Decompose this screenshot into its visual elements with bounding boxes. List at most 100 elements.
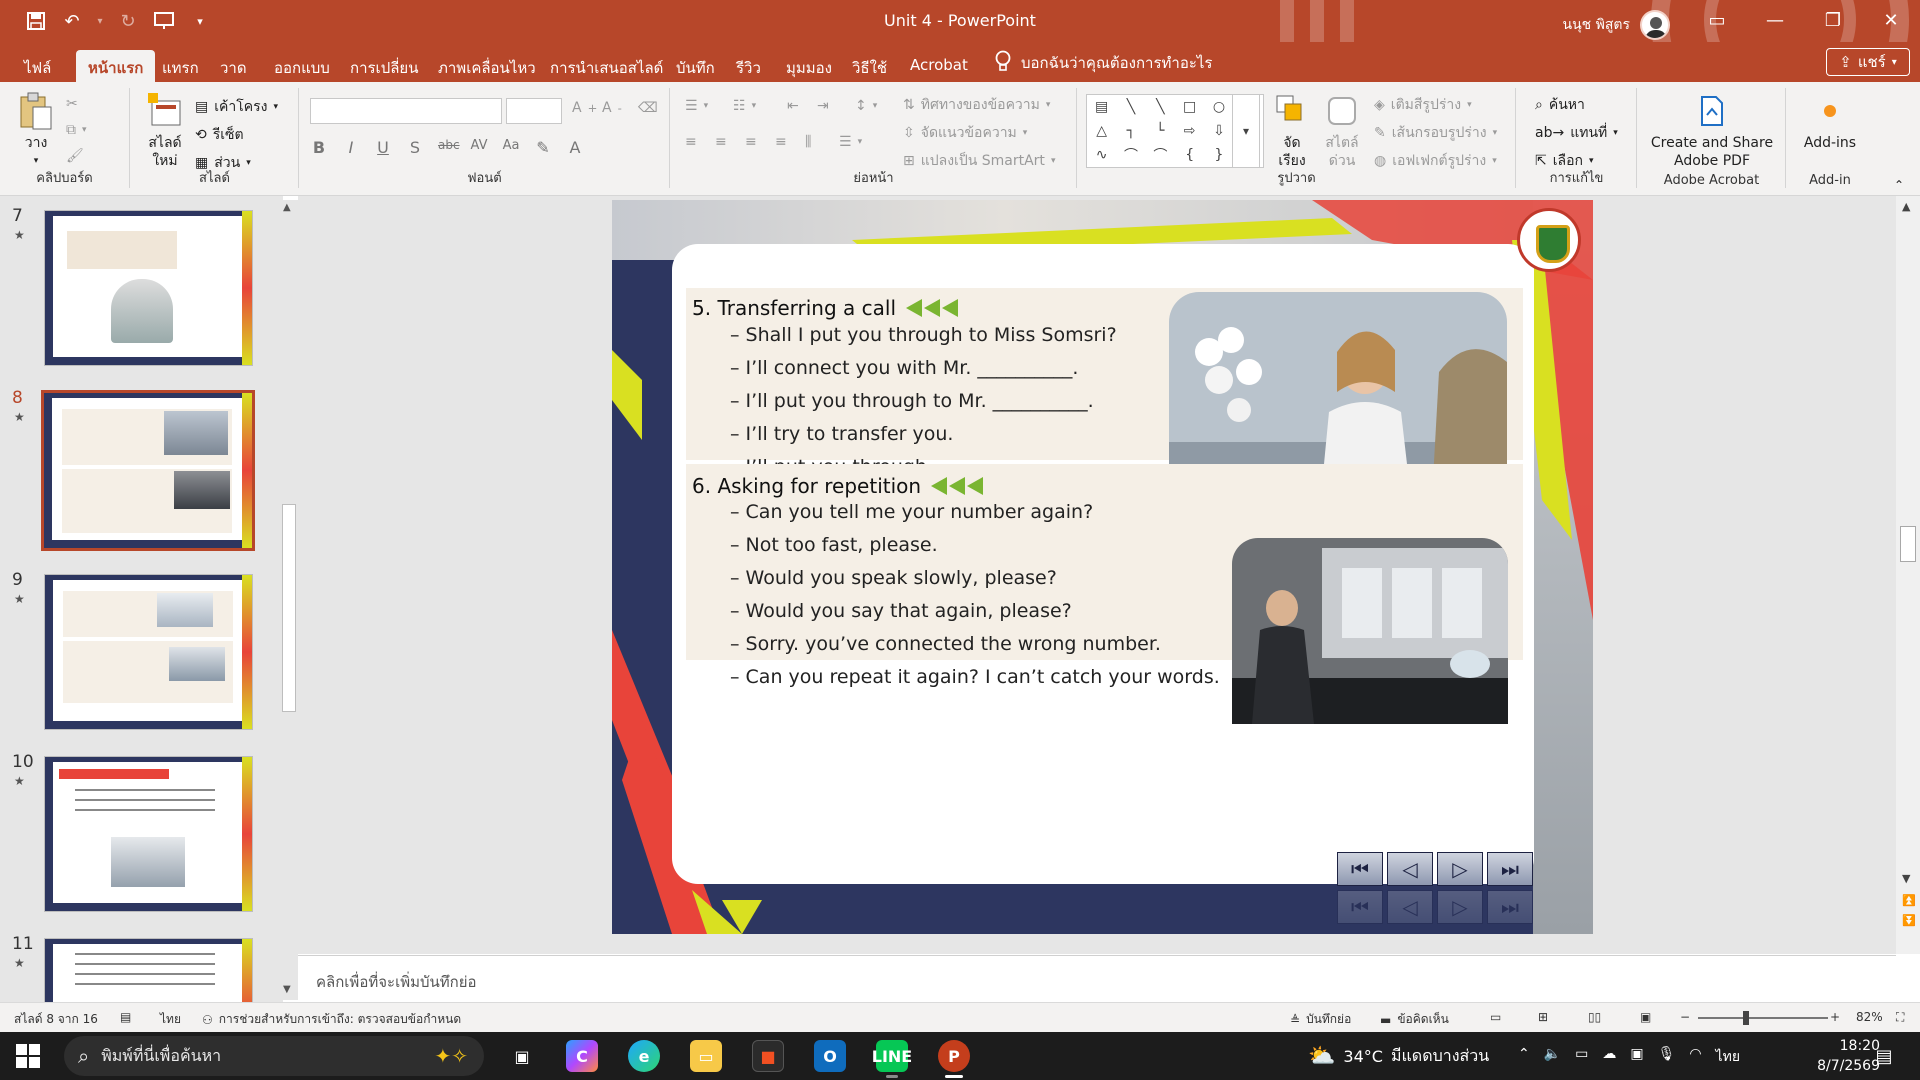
align-left-icon[interactable]: ≡ xyxy=(685,134,697,150)
tell-me-box[interactable]: บอกฉันว่าคุณต้องการทำอะไร xyxy=(995,50,1213,76)
last-slide-icon[interactable]: ⏭ xyxy=(1487,852,1533,886)
zoom-slider[interactable] xyxy=(1698,1017,1828,1019)
editor-scrollbar[interactable]: ▲ ▼ ⏫ ⏬ xyxy=(1896,196,1920,954)
tab-record[interactable]: บันทึก xyxy=(664,50,727,82)
align-dropdown-icon[interactable]: ☰ ▾ xyxy=(839,134,862,150)
scroll-down-icon[interactable]: ▼ xyxy=(283,984,291,995)
weather-widget[interactable]: ⛅ 34°C มีแดดบางส่วน xyxy=(1308,1044,1489,1069)
scroll-up-icon[interactable]: ▲ xyxy=(1902,200,1910,213)
avatar[interactable] xyxy=(1640,10,1670,40)
clear-formatting-icon[interactable]: ⌫ xyxy=(638,100,658,116)
fit-slide-icon[interactable]: ⛶ xyxy=(1896,1010,1904,1025)
arrow-down-icon[interactable]: ⇩ xyxy=(1204,123,1233,139)
restore-button[interactable]: ❐ xyxy=(1804,0,1862,40)
numbering-icon[interactable]: ☷ ▾ xyxy=(733,98,756,114)
addins-button[interactable]: Add-ins xyxy=(1793,92,1867,152)
decrease-indent-icon[interactable]: ⇤ xyxy=(787,98,799,114)
accessibility-checker[interactable]: ⚇ การช่วยสำหรับการเข้าถึง: ตรวจสอบข้อกำห… xyxy=(202,1010,461,1029)
scrollbar-thumb[interactable] xyxy=(282,504,296,712)
tab-insert[interactable]: แทรก xyxy=(150,50,211,82)
slide-thumbnail-11[interactable] xyxy=(44,938,253,1002)
replace-button[interactable]: ab→ แทนที่ ▾ xyxy=(1535,122,1618,144)
strikethrough-icon[interactable]: abc xyxy=(438,138,460,157)
connector-icon[interactable]: ┐ xyxy=(1116,123,1145,139)
slide-thumbnail-9[interactable] xyxy=(44,574,253,730)
oval-icon[interactable]: ○ xyxy=(1204,99,1233,115)
line-app-icon[interactable]: LINE xyxy=(872,1040,912,1078)
scrollbar-thumb[interactable] xyxy=(1900,526,1916,562)
reset-button[interactable]: ⟲ รีเซ็ต xyxy=(195,124,244,146)
onedrive-icon[interactable]: ☁ xyxy=(1602,1046,1616,1068)
align-center-icon[interactable]: ≡ xyxy=(715,134,727,150)
increase-indent-icon[interactable]: ⇥ xyxy=(817,98,829,114)
tab-draw[interactable]: วาด xyxy=(208,50,259,82)
zoom-out-icon[interactable]: − xyxy=(1680,1010,1690,1024)
minimize-button[interactable]: — xyxy=(1746,0,1804,40)
comments-toggle[interactable]: ▬ ข้อคิดเห็น xyxy=(1380,1010,1449,1029)
windows-start-icon[interactable] xyxy=(16,1044,40,1068)
arrow-right-icon[interactable]: ⇨ xyxy=(1175,123,1204,139)
text-direction-button[interactable]: ⇅ ทิศทางของข้อความ ▾ xyxy=(903,94,1050,116)
spellcheck-icon[interactable]: ▤ xyxy=(120,1010,131,1024)
scroll-down-icon[interactable]: ▼ xyxy=(1902,872,1910,885)
tab-transitions[interactable]: การเปลี่ยน xyxy=(338,50,430,82)
character-spacing-icon[interactable]: AV xyxy=(470,138,488,157)
slideshow-view-icon[interactable]: ▣ xyxy=(1640,1010,1651,1024)
decrease-font-icon[interactable]: A- xyxy=(602,100,622,116)
create-pdf-button[interactable]: Create and Share Adobe PDF xyxy=(1646,92,1778,170)
collapse-ribbon-icon[interactable]: ⌃ xyxy=(1894,178,1904,192)
font-name-box[interactable] xyxy=(310,98,502,124)
ribbon-display-options-icon[interactable]: ▭ xyxy=(1688,0,1746,40)
tab-home[interactable]: หน้าแรก xyxy=(76,50,156,82)
account-area[interactable]: นนุช พิสูตร xyxy=(1563,10,1670,40)
notes-pane[interactable]: คลิกเพื่อที่จะเพิ่มบันทึกย่อ xyxy=(298,955,1896,1002)
powerpoint-icon[interactable]: P xyxy=(938,1040,970,1078)
tab-view[interactable]: มุมมอง xyxy=(774,50,844,82)
copilot-icon[interactable]: C xyxy=(566,1040,598,1072)
triangle-icon[interactable]: △ xyxy=(1087,123,1116,139)
copy-icon[interactable]: ⧉ ▾ xyxy=(66,122,87,138)
font-size-box[interactable] xyxy=(506,98,562,124)
shape-fill-button[interactable]: ◈ เติมสีรูปร่าง ▾ xyxy=(1374,94,1472,116)
scroll-up-icon[interactable]: ▲ xyxy=(283,202,291,213)
next-slide-icon[interactable]: ▷ xyxy=(1437,852,1483,886)
new-slide-button[interactable]: สไลด์ใหม่ xyxy=(143,92,187,170)
justify-icon[interactable]: ≡ xyxy=(775,134,787,150)
paste-button[interactable]: วาง ▾ xyxy=(14,92,58,170)
highlight-icon[interactable]: ✎ xyxy=(534,138,552,157)
meet-icon[interactable]: ▣ xyxy=(1630,1046,1643,1068)
clock[interactable]: 18:20 8/7/2569 xyxy=(1784,1036,1880,1076)
slide-thumbnail-8[interactable] xyxy=(41,390,255,551)
tab-help[interactable]: วิธีใช้ xyxy=(840,50,899,82)
line-icon[interactable]: ╲ xyxy=(1116,99,1145,115)
shapes-more-icon[interactable]: ▾ xyxy=(1232,94,1260,168)
change-case-icon[interactable]: Aa xyxy=(502,138,520,157)
rectangle-icon[interactable]: □ xyxy=(1175,99,1204,115)
textbox-icon[interactable]: ▤ xyxy=(1087,99,1116,115)
notifications-icon[interactable]: ▤ xyxy=(1868,1040,1900,1072)
edge-icon[interactable]: e xyxy=(628,1040,660,1072)
microsoft-store-icon[interactable]: ■ xyxy=(752,1040,784,1072)
tab-file[interactable]: ไฟล์ xyxy=(12,50,63,82)
align-text-button[interactable]: ⇳ จัดแนวข้อความ ▾ xyxy=(903,122,1027,144)
increase-font-icon[interactable]: A + xyxy=(572,100,597,116)
cut-icon[interactable]: ✂ xyxy=(66,96,78,112)
tab-animations[interactable]: ภาพเคลื่อนไหว xyxy=(426,50,548,82)
thumbnail-scrollbar[interactable]: ▲ ▼ xyxy=(280,200,298,1000)
previous-slide-icon[interactable]: ◁ xyxy=(1387,852,1433,886)
close-button[interactable]: ✕ xyxy=(1862,0,1920,40)
language-indicator[interactable]: ไทย xyxy=(160,1010,181,1029)
arc-icon[interactable]: ⌒ xyxy=(1116,145,1145,165)
first-slide-icon[interactable]: ⏮ xyxy=(1337,852,1383,886)
slide-sorter-icon[interactable]: ⊞ xyxy=(1538,1010,1548,1024)
file-explorer-icon[interactable]: ▭ xyxy=(690,1040,722,1072)
brace-right-icon[interactable]: } xyxy=(1204,147,1233,163)
format-painter-icon[interactable]: 🖌 xyxy=(66,148,84,164)
previous-slide-scroll-icon[interactable]: ⏫ xyxy=(1902,894,1916,907)
brace-left-icon[interactable]: { xyxy=(1175,147,1204,163)
layout-button[interactable]: ▤ เค้าโครง ▾ xyxy=(195,96,278,118)
tab-slideshow[interactable]: การนำเสนอสไลด์ xyxy=(538,50,675,82)
tab-review[interactable]: รีวิว xyxy=(724,50,773,82)
italic-icon[interactable]: I xyxy=(342,138,360,157)
microphone-icon[interactable]: 🎙 xyxy=(1658,1046,1676,1068)
